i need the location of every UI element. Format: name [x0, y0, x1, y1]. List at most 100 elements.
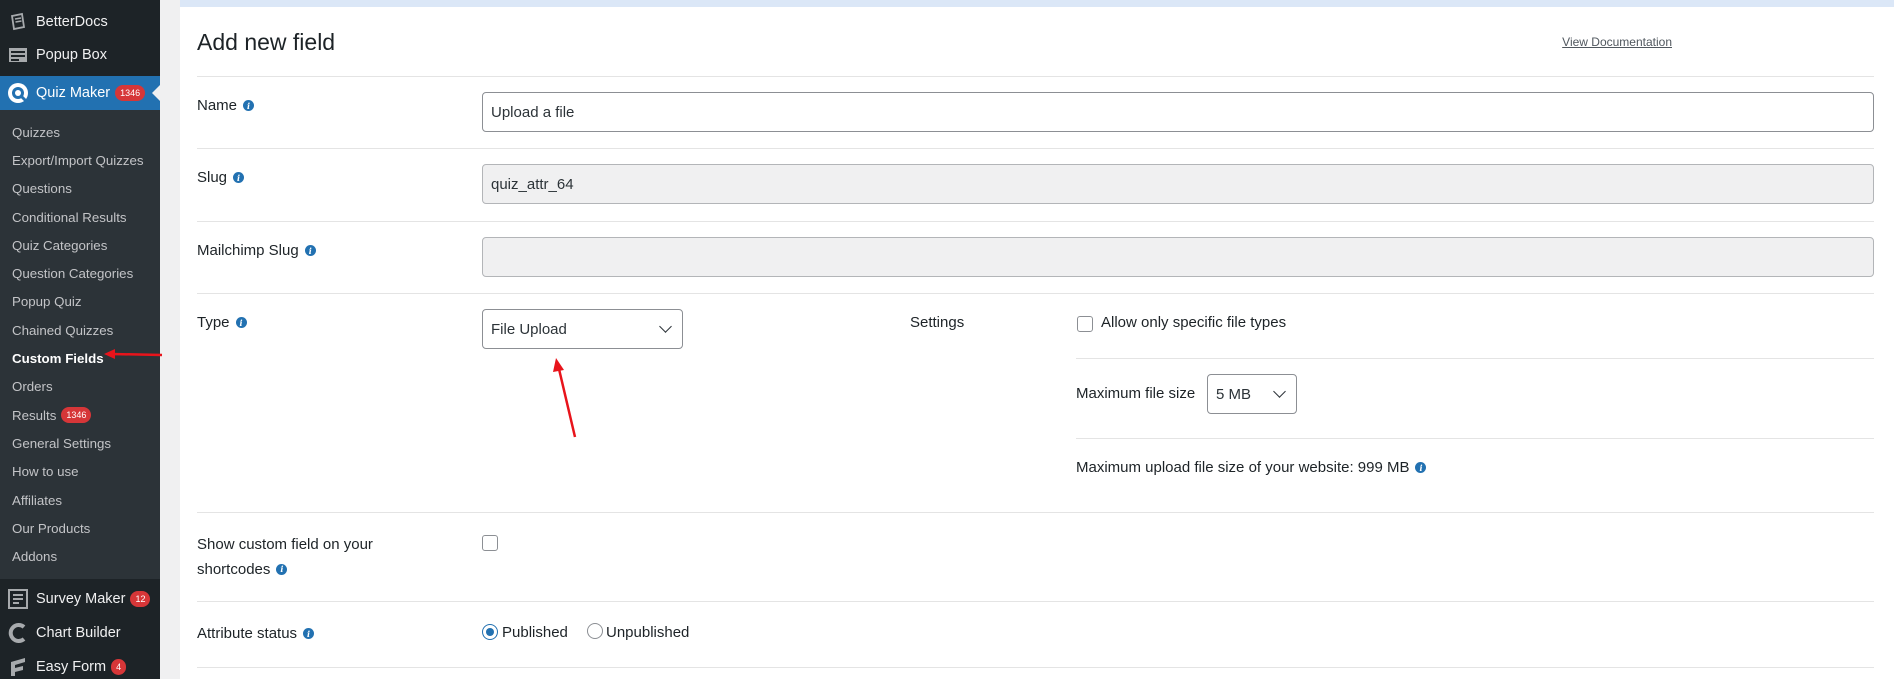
submenu-item-export-import[interactable]: Export/Import Quizzes	[0, 146, 160, 174]
mailchimp-slug-label: Mailchimp Slug i	[197, 242, 316, 259]
max-upload-info: Maximum upload file size of your website…	[1076, 459, 1427, 476]
submenu-item-chained-quizzes[interactable]: Chained Quizzes	[0, 316, 160, 344]
divider	[197, 148, 1874, 149]
submenu-item-general-settings[interactable]: General Settings	[0, 429, 160, 457]
submenu-label: Orders	[12, 379, 53, 395]
sidebar-item-popup-box[interactable]: Popup Box	[0, 38, 160, 72]
type-select[interactable]: File Upload	[482, 309, 683, 349]
max-file-size-label: Maximum file size	[1076, 385, 1196, 402]
quiz-maker-icon	[6, 81, 30, 105]
sidebar-item-label: Easy Form	[36, 658, 107, 675]
label-text: Slug	[197, 169, 228, 186]
annotation-arrow-icon	[104, 349, 163, 359]
attribute-status-label: Attribute status i	[197, 625, 315, 642]
submenu-label: Quiz Categories	[12, 237, 108, 253]
sidebar-item-quiz-maker[interactable]: Quiz Maker 1346	[0, 76, 160, 110]
info-icon[interactable]: i	[303, 628, 315, 639]
label-line: Show custom field on your	[197, 536, 373, 553]
info-icon[interactable]: i	[243, 100, 255, 111]
sidebar-item-survey-maker[interactable]: Survey Maker 12	[0, 582, 160, 616]
info-icon[interactable]: i	[1415, 462, 1427, 473]
submenu-label: General Settings	[12, 435, 112, 451]
admin-sidebar: BetterDocs Popup Box Quiz Maker 1346 Qui…	[0, 0, 160, 679]
submenu-item-questions[interactable]: Questions	[0, 175, 160, 203]
info-icon[interactable]: i	[233, 172, 245, 183]
label-text: Attribute status	[197, 625, 298, 642]
main-content: Add new field View Documentation Name i …	[180, 7, 1894, 679]
divider	[197, 601, 1874, 602]
published-radio[interactable]	[482, 624, 498, 640]
submenu-item-popup-quiz[interactable]: Popup Quiz	[0, 288, 160, 316]
sidebar-item-label: Survey Maker	[36, 590, 126, 607]
chevron-down-icon	[1273, 385, 1286, 398]
submenu-label: Export/Import Quizzes	[12, 152, 144, 168]
info-icon[interactable]: i	[235, 317, 247, 328]
count-badge: 4	[111, 658, 127, 675]
unpublished-label: Unpublished	[606, 624, 690, 641]
label-text: Name	[197, 97, 238, 114]
label-text: Mailchimp Slug	[197, 242, 299, 259]
popup-box-icon	[6, 43, 30, 67]
count-badge: 1346	[61, 407, 92, 424]
betterdocs-icon	[6, 10, 30, 34]
notice-strip	[180, 0, 1894, 7]
submenu-item-conditional-results[interactable]: Conditional Results	[0, 203, 160, 231]
submenu-label: Addons	[12, 549, 58, 565]
allow-specific-types-label: Allow only specific file types	[1101, 314, 1287, 331]
name-input[interactable]: Upload a file	[482, 92, 1874, 132]
view-documentation-link[interactable]: View Documentation	[1562, 35, 1672, 49]
submenu-item-orders[interactable]: Orders	[0, 373, 160, 401]
annotation-arrow-icon	[553, 358, 577, 438]
max-file-size-select[interactable]: 5 MB	[1207, 374, 1297, 414]
label-text: Type	[197, 314, 230, 331]
name-label: Name i	[197, 97, 255, 114]
sidebar-item-label: Chart Builder	[36, 624, 121, 641]
sidebar-item-label: Popup Box	[36, 47, 107, 63]
info-icon[interactable]: i	[276, 564, 288, 575]
submenu-label: Quizzes	[12, 124, 61, 140]
survey-maker-icon	[6, 587, 30, 611]
mailchimp-slug-input[interactable]	[482, 237, 1874, 277]
info-icon[interactable]: i	[304, 245, 316, 256]
label-line: shortcodes	[197, 561, 271, 578]
submenu-item-our-products[interactable]: Our Products	[0, 514, 160, 542]
page-title: Add new field	[197, 29, 336, 55]
select-value: 5 MB	[1216, 385, 1252, 403]
max-upload-text: Maximum upload file size of your website…	[1076, 459, 1410, 476]
show-on-shortcodes-checkbox[interactable]	[482, 535, 498, 551]
submenu-label: How to use	[12, 464, 79, 480]
submenu-label: Custom Fields	[12, 351, 104, 367]
sidebar-item-chart-builder[interactable]: Chart Builder	[0, 616, 160, 650]
submenu-label: Chained Quizzes	[12, 322, 114, 338]
submenu-label: Question Categories	[12, 266, 134, 282]
sidebar-item-label: BetterDocs	[36, 14, 108, 30]
submenu-item-quizzes[interactable]: Quizzes	[0, 118, 160, 146]
divider	[1076, 358, 1874, 359]
chart-builder-icon	[6, 621, 30, 645]
sidebar-item-betterdocs[interactable]: BetterDocs	[0, 6, 160, 38]
published-label: Published	[502, 624, 568, 641]
submenu-label: Conditional Results	[12, 209, 127, 225]
submenu-item-question-categories[interactable]: Question Categories	[0, 259, 160, 287]
slug-label: Slug i	[197, 169, 245, 186]
sidebar-item-easy-form[interactable]: Easy Form 4	[0, 650, 160, 679]
chevron-down-icon	[659, 320, 672, 333]
submenu-item-quiz-categories[interactable]: Quiz Categories	[0, 231, 160, 259]
submenu-label: Affiliates	[12, 492, 63, 508]
count-badge: 1346	[115, 85, 146, 101]
settings-label: Settings	[910, 314, 965, 331]
submenu-item-results[interactable]: Results 1346	[0, 401, 160, 429]
submenu-item-addons[interactable]: Addons	[0, 542, 160, 570]
submenu-label: Popup Quiz	[12, 294, 82, 310]
unpublished-radio[interactable]	[587, 623, 603, 639]
submenu-item-affiliates[interactable]: Affiliates	[0, 486, 160, 514]
easy-form-icon	[6, 655, 30, 679]
divider	[1076, 438, 1874, 439]
submenu-item-how-to-use[interactable]: How to use	[0, 458, 160, 486]
show-custom-field-label: Show custom field on your shortcodes i	[197, 532, 373, 582]
divider	[197, 293, 1874, 294]
allow-specific-types-checkbox[interactable]	[1077, 316, 1093, 332]
slug-input[interactable]: quiz_attr_64	[482, 164, 1874, 204]
divider	[197, 221, 1874, 222]
divider	[197, 512, 1874, 513]
